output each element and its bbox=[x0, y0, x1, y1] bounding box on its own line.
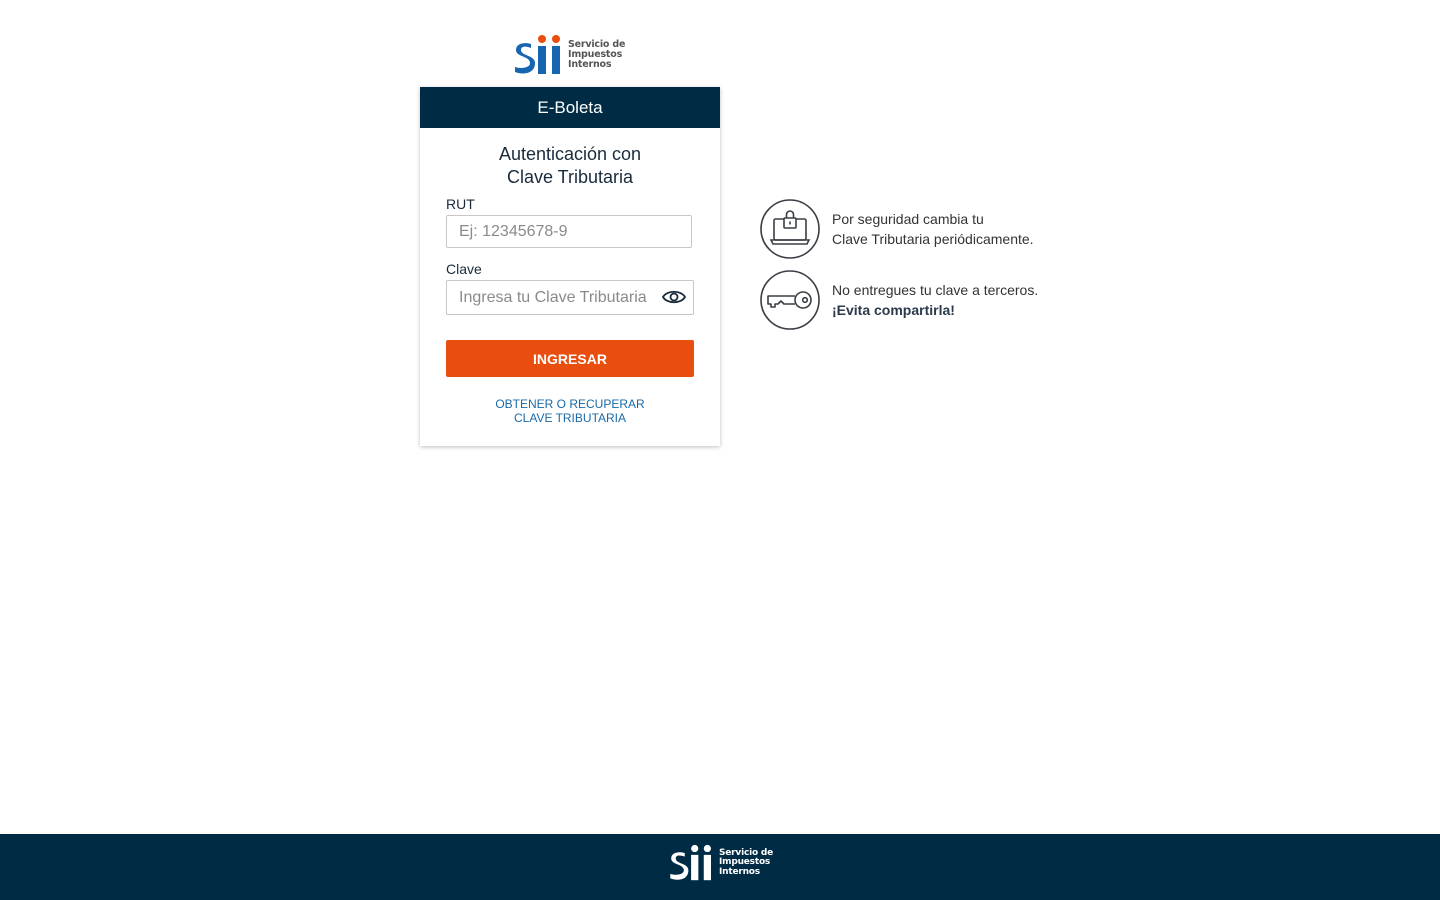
eye-icon[interactable] bbox=[662, 288, 686, 306]
sii-logo: Servicio de Impuestos Internos bbox=[514, 34, 628, 76]
key-icon bbox=[760, 270, 820, 330]
login-card: E-Boleta Autenticación con Clave Tributa… bbox=[420, 87, 720, 446]
security-tip-no-sharing: No entregues tu clave a terceros. ¡Evita… bbox=[760, 270, 1038, 330]
clave-input[interactable] bbox=[446, 280, 694, 315]
security-tip-change-password: Por seguridad cambia tu Clave Tributaria… bbox=[760, 199, 1034, 259]
card-title-line: Autenticación con bbox=[498, 144, 642, 164]
clave-label: Clave bbox=[446, 261, 482, 277]
rut-input[interactable] bbox=[446, 215, 692, 248]
laptop-lock-icon bbox=[760, 199, 820, 259]
tip-line: Por seguridad cambia tu bbox=[832, 211, 984, 227]
footer: Servicio de Impuestos Internos bbox=[0, 834, 1440, 900]
tip-line: Clave Tributaria periódicamente. bbox=[832, 231, 1034, 247]
recover-password-link[interactable]: OBTENER O RECUPERAR CLAVE TRIBUTARIA bbox=[420, 397, 720, 425]
sii-logo-mark bbox=[515, 35, 560, 74]
card-header: E-Boleta bbox=[420, 87, 720, 128]
tip-line: No entregues tu clave a terceros. bbox=[832, 282, 1039, 298]
tip-line-emphasis: ¡Evita compartirla! bbox=[832, 302, 955, 318]
sii-logo-mark bbox=[670, 844, 711, 881]
card-title-line: Clave Tributaria bbox=[506, 167, 634, 187]
footer-logo-text: Servicio de Impuestos Internos bbox=[719, 848, 773, 878]
recover-link-line[interactable]: OBTENER O RECUPERAR bbox=[420, 397, 720, 411]
sii-logo-text: Servicio de Impuestos Internos bbox=[568, 40, 625, 70]
logo-text-line: Internos bbox=[719, 866, 760, 877]
card-title: Autenticación con Clave Tributaria bbox=[420, 143, 720, 189]
rut-label: RUT bbox=[446, 196, 475, 212]
footer-sii-logo: Servicio de Impuestos Internos bbox=[669, 844, 773, 882]
ingresar-button[interactable]: INGRESAR bbox=[446, 340, 694, 377]
clave-field-wrapper bbox=[446, 280, 694, 315]
tip-text: Por seguridad cambia tu Clave Tributaria… bbox=[832, 209, 1034, 249]
recover-link-line[interactable]: CLAVE TRIBUTARIA bbox=[420, 411, 720, 425]
tip-text: No entregues tu clave a terceros. ¡Evita… bbox=[832, 280, 1038, 320]
logo-text-line: Internos bbox=[568, 59, 612, 70]
